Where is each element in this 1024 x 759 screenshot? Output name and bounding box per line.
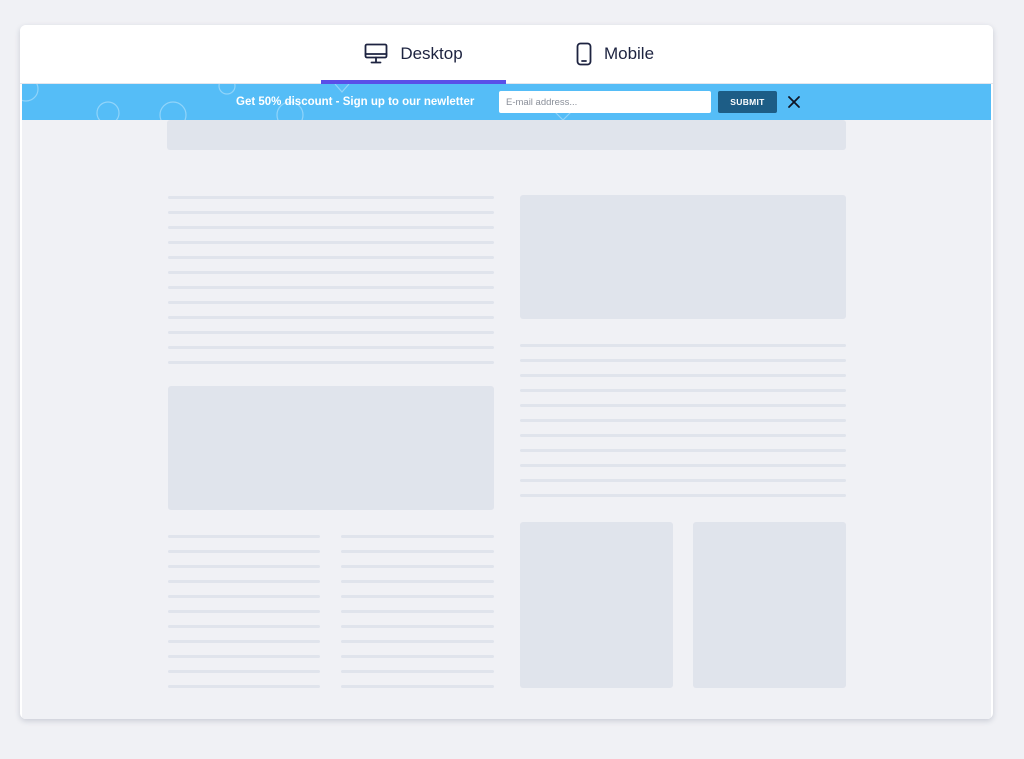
skeleton-line xyxy=(168,595,320,598)
monitor-icon xyxy=(364,43,388,65)
skeleton-line xyxy=(168,331,494,334)
skeleton-line xyxy=(520,359,846,362)
skeleton-line xyxy=(168,196,494,199)
skeleton-line xyxy=(168,256,494,259)
skeleton-line xyxy=(341,535,494,538)
tab-desktop-label: Desktop xyxy=(400,44,463,63)
device-tab-bar: Desktop Mobile xyxy=(20,25,993,84)
tab-mobile-label: Mobile xyxy=(603,44,655,63)
image-placeholder-bottom-1 xyxy=(520,522,673,688)
skeleton-line xyxy=(341,640,494,643)
skeleton-line xyxy=(341,595,494,598)
skeleton-line xyxy=(168,550,320,553)
skeleton-line xyxy=(168,226,494,229)
skeleton-line xyxy=(341,670,494,673)
skeleton-line xyxy=(520,464,846,467)
skeleton-line xyxy=(168,535,320,538)
tab-desktop[interactable]: Desktop xyxy=(321,25,506,84)
smartphone-icon xyxy=(576,42,592,66)
image-placeholder-left xyxy=(168,386,494,510)
skeleton-line xyxy=(168,271,494,274)
skeleton-line xyxy=(520,494,846,497)
skeleton-line xyxy=(168,670,320,673)
skeleton-line xyxy=(168,361,494,364)
skeleton-line xyxy=(168,580,320,583)
skeleton-line xyxy=(341,655,494,658)
skeleton-line xyxy=(168,625,320,628)
skeleton-line xyxy=(520,404,846,407)
newsletter-banner: Get 50% discount - Sign up to our newlet… xyxy=(22,84,991,120)
skeleton-line xyxy=(341,550,494,553)
tab-mobile[interactable]: Mobile xyxy=(535,25,695,83)
close-icon[interactable] xyxy=(786,94,802,110)
skeleton-line xyxy=(168,211,494,214)
skeleton-line xyxy=(168,301,494,304)
submit-button[interactable]: SUBMIT xyxy=(718,91,777,113)
banner-message: Get 50% discount - Sign up to our newlet… xyxy=(236,96,475,108)
skeleton-line xyxy=(520,374,846,377)
skeleton-line xyxy=(341,685,494,688)
image-placeholder-bottom-2 xyxy=(693,522,846,688)
skeleton-line xyxy=(520,389,846,392)
skeleton-line xyxy=(168,286,494,289)
skeleton-line xyxy=(520,419,846,422)
skeleton-line xyxy=(168,610,320,613)
page-skeleton xyxy=(22,120,991,719)
skeleton-line xyxy=(168,316,494,319)
header-placeholder xyxy=(167,120,846,150)
skeleton-line xyxy=(341,625,494,628)
image-placeholder-right xyxy=(520,195,846,319)
skeleton-line xyxy=(520,434,846,437)
skeleton-line xyxy=(341,565,494,568)
skeleton-line xyxy=(168,346,494,349)
skeleton-line xyxy=(168,685,320,688)
skeleton-line xyxy=(168,565,320,568)
skeleton-line xyxy=(168,241,494,244)
skeleton-line xyxy=(168,655,320,658)
email-field[interactable] xyxy=(499,91,711,113)
preview-frame: Desktop Mobile Get 50% discount - Sign u… xyxy=(20,25,993,719)
skeleton-line xyxy=(341,580,494,583)
skeleton-line xyxy=(168,640,320,643)
skeleton-line xyxy=(520,449,846,452)
skeleton-line xyxy=(520,479,846,482)
skeleton-line xyxy=(520,344,846,347)
skeleton-line xyxy=(341,610,494,613)
